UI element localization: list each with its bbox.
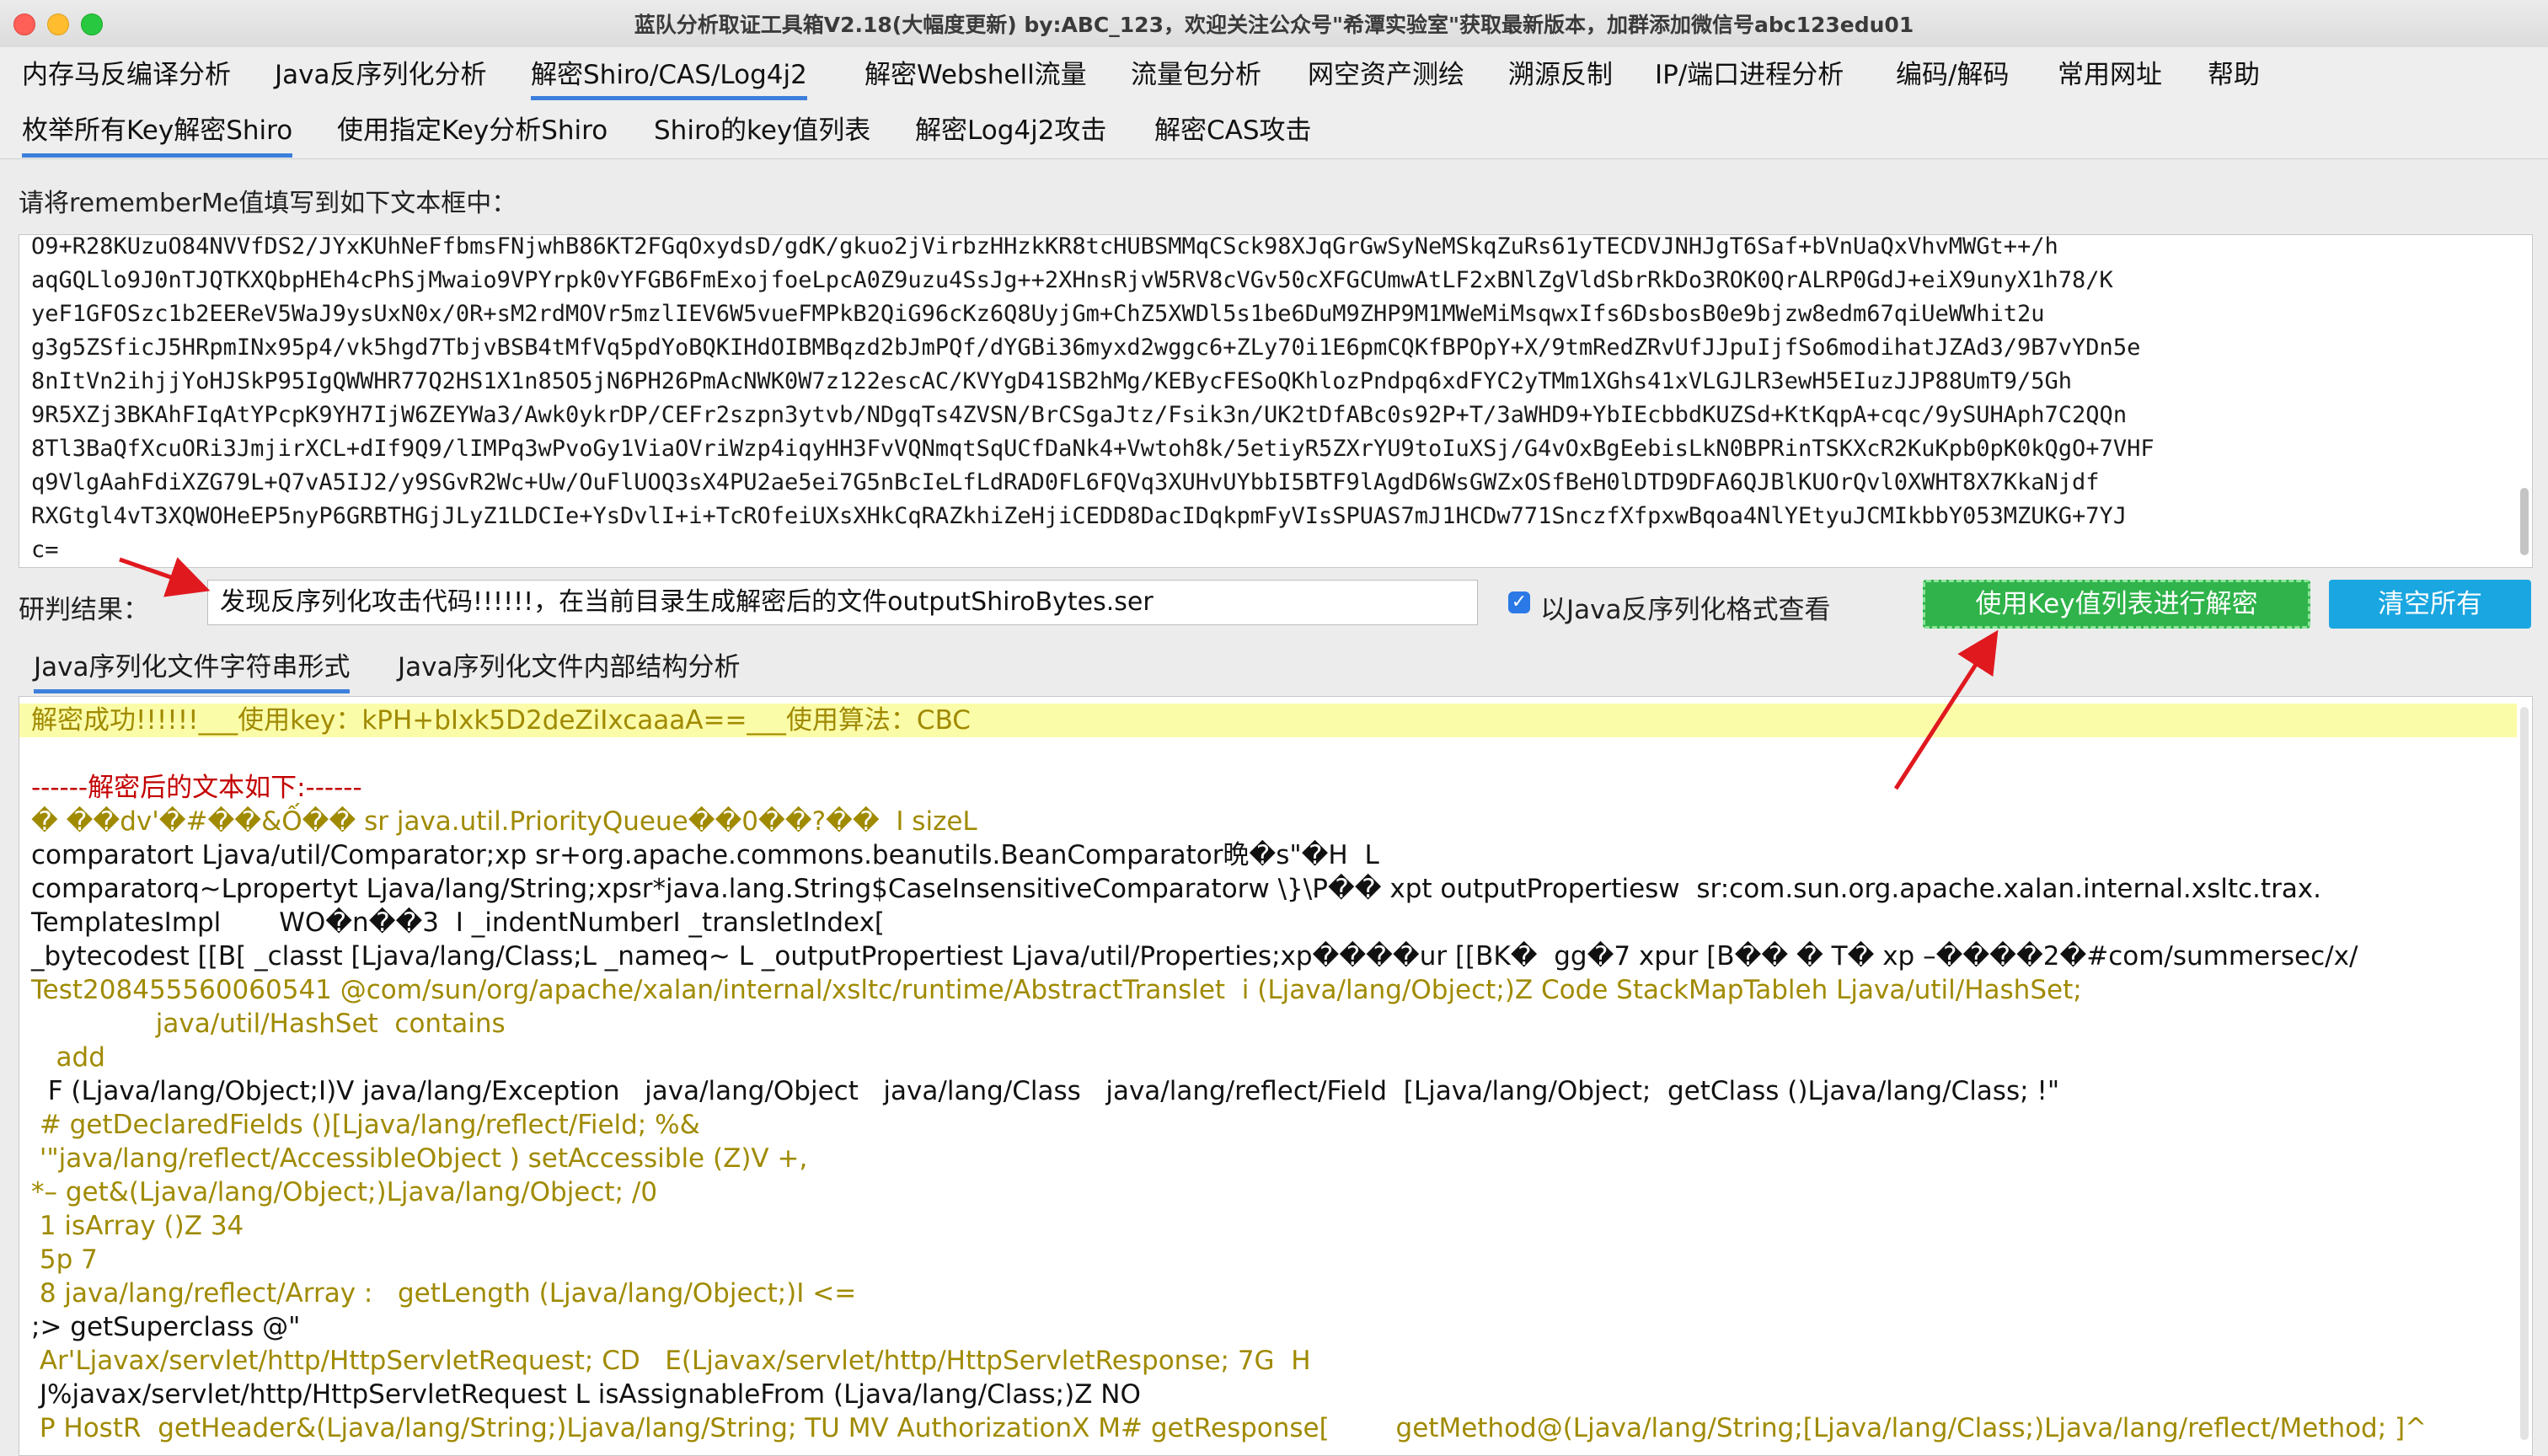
menu-common-urls[interactable]: 常用网址 — [2058, 47, 2162, 103]
menu-memshell-decompile[interactable]: 内存马反编译分析 — [22, 47, 231, 103]
output-line: _bytecodest [[B[ _classt [Ljava/lang/Cla… — [31, 941, 2358, 972]
tab-specified-key-shiro[interactable]: 使用指定Key分析Shiro — [337, 103, 608, 158]
output-line: add — [31, 1042, 105, 1073]
decrypt-success-line: 解密成功!!!!!!___使用key：kPH+bIxk5D2deZiIxcaaa… — [19, 704, 2517, 737]
output-line: *– get&(Ljava/lang/Object;)Ljava/lang/Ob… — [31, 1177, 658, 1207]
menu-pcap-analysis[interactable]: 流量包分析 — [1131, 47, 1261, 103]
result-label: 研判结果： — [19, 595, 149, 625]
menu-ip-port-process[interactable]: IP/端口进程分析 — [1655, 47, 1844, 103]
output-line: 5p 7 — [31, 1245, 98, 1275]
output-line: Ar'Ljavax/servlet/http/HttpServletReques… — [31, 1346, 1311, 1376]
output-line: 8 java/lang/reflect/Array : getLength (L… — [31, 1278, 857, 1309]
rememberme-prompt: 请将rememberMe值填写到如下文本框中： — [19, 189, 517, 218]
menu-help[interactable]: 帮助 — [2208, 47, 2260, 103]
sub-tab-bar: 枚举所有Key解密Shiro 使用指定Key分析Shiro Shiro的key值… — [0, 103, 2548, 159]
tab-shiro-key-list[interactable]: Shiro的key值列表 — [654, 103, 870, 158]
tab-decrypt-log4j2[interactable]: 解密Log4j2攻击 — [915, 103, 1106, 158]
decrypt-with-key-list-button[interactable]: 使用Key值列表进行解密 — [1923, 580, 2310, 629]
menu-encode-decode[interactable]: 编码/解码 — [1896, 47, 2009, 103]
result-field[interactable]: 发现反序列化攻击代码!!!!!!，在当前目录生成解密后的文件outputShir… — [207, 580, 1478, 625]
tab-enumerate-keys-shiro[interactable]: 枚举所有Key解密Shiro — [22, 103, 293, 158]
output-line: ;> getSuperclass @" — [31, 1312, 301, 1342]
menu-decrypt-shiro-cas-log4j2[interactable]: 解密Shiro/CAS/Log4j2 — [531, 47, 807, 100]
tab-serialized-structure[interactable]: Java序列化文件内部结构分析 — [398, 642, 740, 693]
java-format-checkbox-label[interactable]: 以Java反序列化格式查看 — [1540, 588, 1830, 626]
output-line: � ��dv'�#��&Ố�� sr java.util.PriorityQue… — [31, 806, 977, 837]
rememberme-textarea[interactable]: O9+R28KUzuO84NVVfDS2/JYxKUhNeFfbmsFNjwhB… — [19, 234, 2533, 568]
decrypted-output-area[interactable]: 解密成功!!!!!!___使用key：kPH+bIxk5D2deZiIxcaaa… — [19, 696, 2533, 1456]
output-scrollbar[interactable] — [2520, 707, 2529, 1440]
menu-trace-counter[interactable]: 溯源反制 — [1508, 47, 1613, 103]
menu-asset-mapping[interactable]: 网空资产测绘 — [1308, 47, 1464, 103]
output-line: comparatorq~Lpropertyt Ljava/lang/String… — [31, 874, 2322, 904]
output-line: F (Ljava/lang/Object;I)V java/lang/Excep… — [31, 1076, 2060, 1106]
rememberme-value[interactable]: O9+R28KUzuO84NVVfDS2/JYxKUhNeFfbmsFNjwhB… — [31, 235, 2508, 567]
output-tab-bar: Java序列化文件字符串形式 Java序列化文件内部结构分析 — [0, 642, 2548, 694]
output-line: Test208455560060541 @com/sun/org/apache/… — [31, 975, 2082, 1005]
output-line: '"java/lang/reflect/AccessibleObject ) s… — [31, 1143, 808, 1174]
output-line: java/util/HashSet contains — [31, 1009, 506, 1039]
window-title: 蓝队分析取证工具箱V2.18(大幅度更新) by:ABC_123，欢迎关注公众号… — [634, 13, 1914, 37]
clear-all-button[interactable]: 清空所有 — [2329, 580, 2531, 629]
main-menu-bar: 内存马反编译分析 Java反序列化分析 解密Shiro/CAS/Log4j2 解… — [0, 47, 2548, 104]
menu-webshell-traffic[interactable]: 解密Webshell流量 — [864, 47, 1087, 103]
rememberme-scrollbar[interactable] — [2520, 488, 2529, 555]
output-line: TemplatesImpl WO�n��3 I _indentNumberI _… — [31, 907, 886, 938]
output-line: # getDeclaredFields ()[Ljava/lang/reflec… — [31, 1110, 700, 1140]
output-line: J%javax/servlet/http/HttpServletRequest … — [31, 1379, 1141, 1410]
output-line: P HostR getHeader&(Ljava/lang/String;)Lj… — [31, 1413, 2428, 1443]
menu-java-deserialization[interactable]: Java反序列化分析 — [275, 47, 486, 103]
tab-decrypt-cas[interactable]: 解密CAS攻击 — [1154, 103, 1312, 158]
output-line: 1 isArray ()Z 34 — [31, 1211, 244, 1241]
output-line: ------解密后的文本如下:------ — [31, 773, 362, 803]
java-format-checkbox[interactable]: ✓ — [1508, 592, 1530, 613]
tab-serialized-string[interactable]: Java序列化文件字符串形式 — [34, 642, 351, 693]
output-line: comparatort Ljava/util/Comparator;xp sr+… — [31, 840, 1379, 870]
title-bar: 蓝队分析取证工具箱V2.18(大幅度更新) by:ABC_123，欢迎关注公众号… — [0, 0, 2548, 48]
